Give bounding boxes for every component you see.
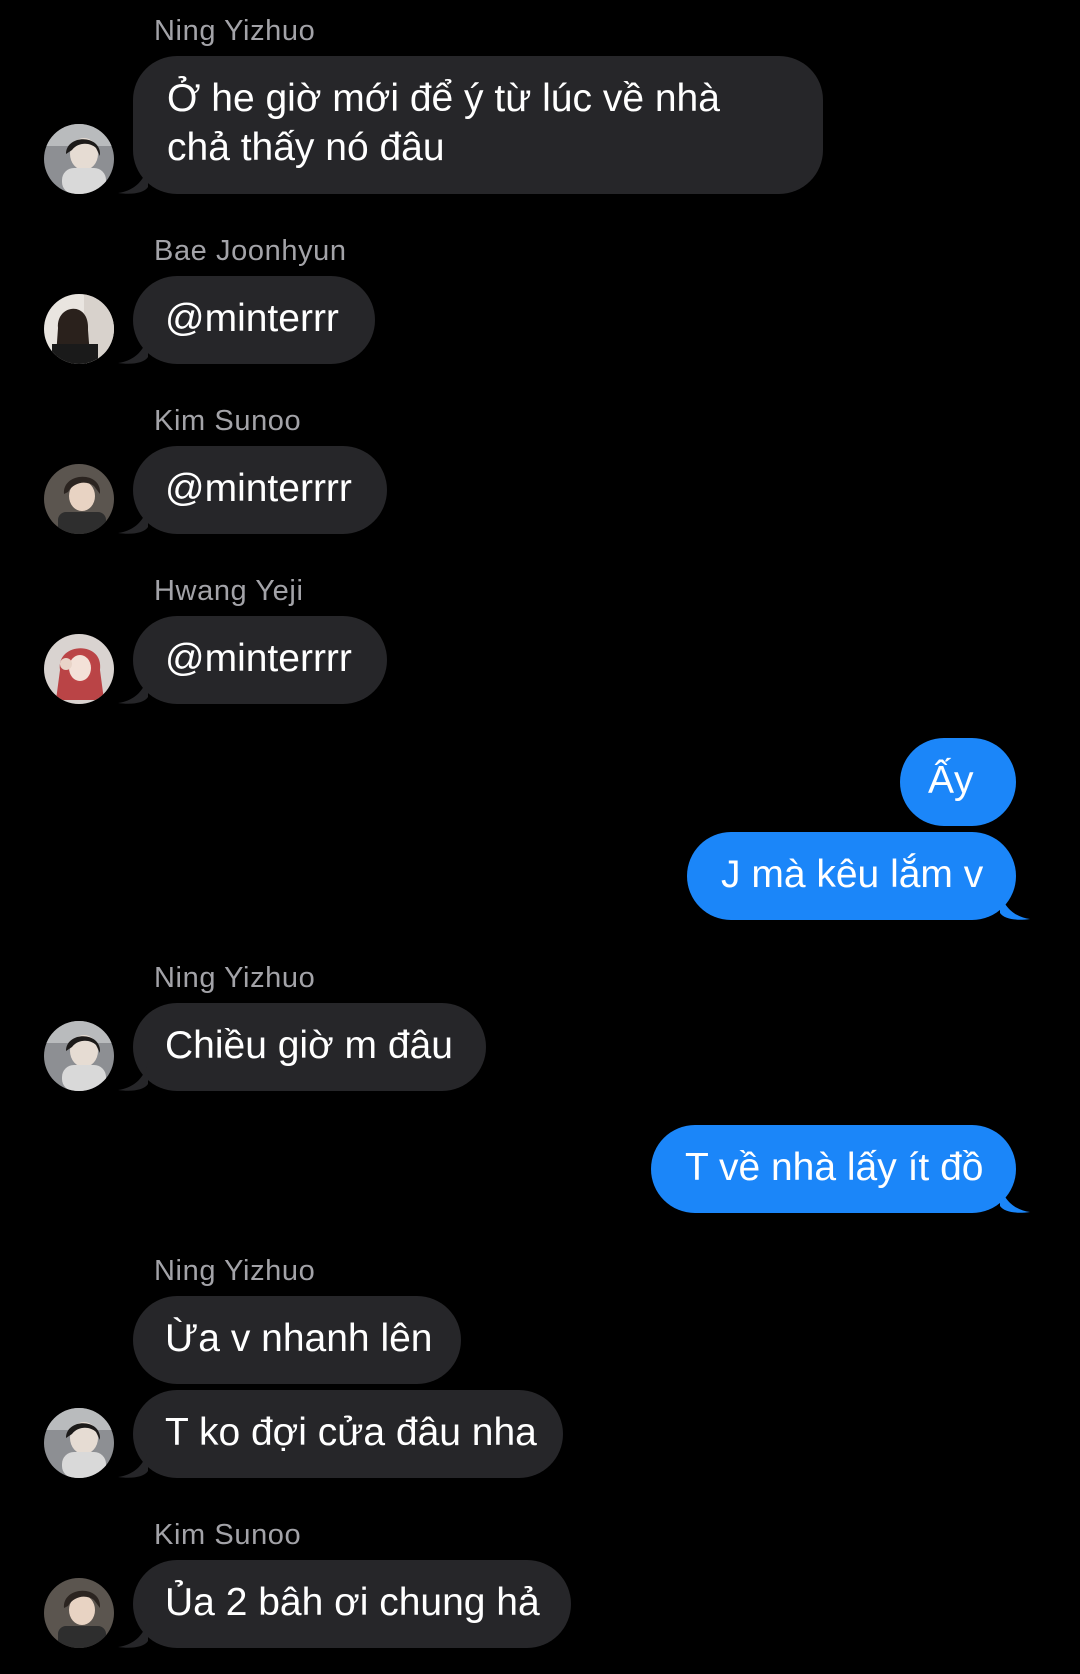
incoming-message-bubble[interactable]: @minterrrr xyxy=(133,446,387,534)
bubble-tail xyxy=(118,165,148,194)
avatar-ning-yizhuo[interactable] xyxy=(44,1408,114,1478)
bubble-tail xyxy=(118,335,148,364)
incoming-message-bubble[interactable]: Ủa 2 bâh ơi chung hả xyxy=(133,1560,571,1648)
incoming-message-bubble[interactable]: @minterrr xyxy=(133,276,375,364)
outgoing-message-bubble[interactable]: J mà kêu lắm v xyxy=(687,832,1016,920)
sender-name: Ning Yizhuo xyxy=(154,962,316,994)
bubble-tail xyxy=(118,675,148,704)
incoming-message-bubble[interactable]: @minterrrr xyxy=(133,616,387,704)
incoming-message-bubble[interactable]: Ừa v nhanh lên xyxy=(133,1296,461,1384)
avatar-bae-joonhyun[interactable] xyxy=(44,294,114,364)
incoming-message-bubble[interactable]: Chiều giờ m đâu xyxy=(133,1003,486,1091)
sender-name: Hwang Yeji xyxy=(154,575,304,607)
sender-name: Bae Joonhyun xyxy=(154,235,347,267)
chat-thread: Ning Yizhuo Ở he giờ mới để ý từ lúc về … xyxy=(0,0,1080,1674)
sender-name: Kim Sunoo xyxy=(154,1519,302,1551)
avatar-hwang-yeji[interactable] xyxy=(44,634,114,704)
incoming-message-bubble[interactable]: T ko đợi cửa đâu nha xyxy=(133,1390,563,1478)
incoming-message-bubble[interactable]: Ở he giờ mới để ý từ lúc về nhà chả thấy… xyxy=(133,56,823,194)
avatar-kim-sunoo[interactable] xyxy=(44,1578,114,1648)
outgoing-message-bubble[interactable]: T về nhà lấy ít đồ xyxy=(651,1125,1016,1213)
bubble-tail xyxy=(118,1449,148,1478)
bubble-tail xyxy=(118,1062,148,1091)
avatar-ning-yizhuo[interactable] xyxy=(44,124,114,194)
avatar-ning-yizhuo[interactable] xyxy=(44,1021,114,1091)
outgoing-message-bubble[interactable]: Ấy xyxy=(900,738,1016,826)
sender-name: Kim Sunoo xyxy=(154,405,302,437)
bubble-tail xyxy=(1000,1184,1030,1213)
avatar-kim-sunoo[interactable] xyxy=(44,464,114,534)
bubble-tail xyxy=(1000,891,1030,920)
bubble-tail xyxy=(118,505,148,534)
sender-name: Ning Yizhuo xyxy=(154,1255,316,1287)
bubble-tail xyxy=(118,1619,148,1648)
sender-name: Ning Yizhuo xyxy=(154,15,316,47)
